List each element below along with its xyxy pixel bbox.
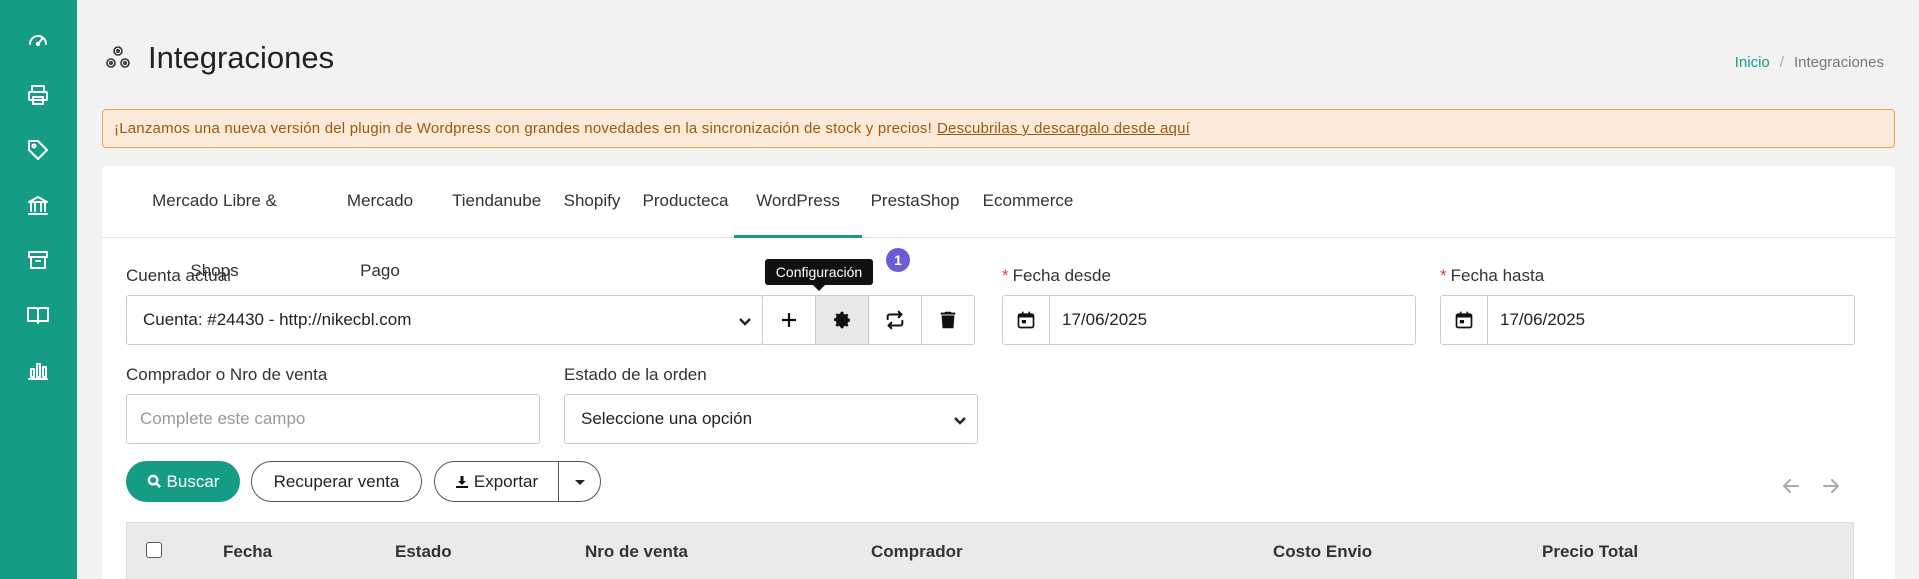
main-content: Integraciones Inicio / Integraciones ¡Lanz… [77,0,1919,579]
column-header[interactable]: Estado [395,542,452,562]
date-to-value: 17/06/2025 [1500,310,1586,329]
account-label: Cuenta actual [126,266,231,285]
tab-tiendanube[interactable]: Tiendanube [452,166,541,238]
next-page-button[interactable] [1819,474,1843,498]
tab-producteca[interactable]: Producteca [642,166,729,238]
sync-button[interactable] [868,295,922,345]
printer-icon[interactable] [24,81,52,109]
tooltip-arrow [813,285,825,291]
step-badge: 1 [886,248,910,272]
export-button[interactable]: Exportar [434,461,559,502]
column-header[interactable]: Precio Total [1542,542,1638,562]
calendar-icon[interactable] [1441,296,1488,344]
breadcrumb-home[interactable]: Inicio [1735,54,1770,71]
date-from-label-text: Fecha desde [1012,266,1111,285]
tab-mercado-pago[interactable]: Mercado Pago [327,166,433,280]
tab-prestashop[interactable]: PrestaShop [870,166,960,238]
alert-text: ¡Lanzamos una nueva versión del plugin d… [114,120,932,137]
breadcrumb-current: Integraciones [1793,54,1884,71]
select-all-checkbox[interactable] [146,542,162,558]
search-button-label: Buscar [166,471,220,491]
trash-icon [940,311,956,329]
caret-down-icon [574,479,585,485]
integrations-icon [106,46,130,68]
repeat-icon [886,310,904,330]
settings-button[interactable] [815,295,869,345]
tab-wordpress[interactable]: WordPress [734,166,862,238]
settings-tooltip: Configuración [765,259,873,285]
chevron-down-icon [953,412,967,426]
gear-icon [834,311,850,329]
column-header[interactable]: Costo Envio [1273,542,1372,562]
column-header[interactable]: Fecha [223,542,272,562]
arrow-left-icon [1783,479,1799,493]
buyer-label: Comprador o Nro de venta [126,365,328,384]
page-title: Integraciones [148,40,335,75]
tab-shopify[interactable]: Shopify [562,166,622,238]
date-from-label: * Fecha desde [1002,266,1111,286]
search-button[interactable]: Buscar [126,461,240,502]
tab-mercado-libre[interactable]: Mercado Libre & Shops [126,166,303,280]
recover-sale-button[interactable]: Recuperar venta [251,461,422,502]
alert-link[interactable]: Descubrilas y descargalo desde aquí [937,120,1190,137]
date-to-field[interactable]: 17/06/2025 [1440,295,1855,345]
column-header[interactable]: Comprador [871,542,963,562]
integrations-card: Mercado Libre & Shops Mercado Pago Tiend… [102,166,1895,579]
sidebar [0,0,77,579]
prev-page-button[interactable] [1779,474,1803,498]
delete-account-button[interactable] [921,295,975,345]
plus-icon [782,313,796,327]
download-icon [455,475,468,488]
dashboard-icon[interactable] [24,26,52,54]
date-from-field[interactable]: 17/06/2025 [1002,295,1416,345]
orders-table-header: Fecha Estado Nro de venta Comprador Cost… [126,522,1854,579]
buyer-input[interactable]: Complete este campo [126,394,540,444]
order-state-label: Estado de la orden [564,365,707,384]
add-account-button[interactable] [762,295,816,345]
box-icon[interactable] [24,246,52,274]
column-header[interactable]: Nro de venta [585,542,688,562]
book-icon[interactable] [24,301,52,329]
date-to-label-text: Fecha hasta [1450,266,1545,285]
tab-ecommerce[interactable]: Ecommerce [982,166,1074,238]
date-from-value: 17/06/2025 [1062,310,1148,329]
export-dropdown-toggle[interactable] [558,461,601,502]
arrow-right-icon [1823,479,1839,493]
required-mark: * [1440,266,1447,285]
plugin-alert: ¡Lanzamos una nueva versión del plugin d… [102,109,1895,148]
breadcrumb: Inicio / Integraciones [1735,54,1884,71]
required-mark: * [1002,266,1009,285]
calendar-icon[interactable] [1003,296,1050,344]
breadcrumb-separator: / [1779,54,1784,71]
order-state-select[interactable]: Seleccione una opción [564,394,978,444]
bar-chart-icon[interactable] [24,356,52,384]
tag-icon[interactable] [24,136,52,164]
date-to-label: * Fecha hasta [1440,266,1544,286]
chevron-down-icon [738,313,752,327]
integration-tabs: Mercado Libre & Shops Mercado Pago Tiend… [102,166,1895,280]
order-state-value: Seleccione una opción [581,409,753,428]
account-select[interactable]: Cuenta: #24430 - http://nikecbl.com [126,295,763,345]
page-header: Integraciones [102,40,334,76]
account-select-value: Cuenta: #24430 - http://nikecbl.com [143,310,412,329]
search-icon [147,474,161,488]
bank-icon[interactable] [24,191,52,219]
export-button-label: Exportar [473,471,539,491]
